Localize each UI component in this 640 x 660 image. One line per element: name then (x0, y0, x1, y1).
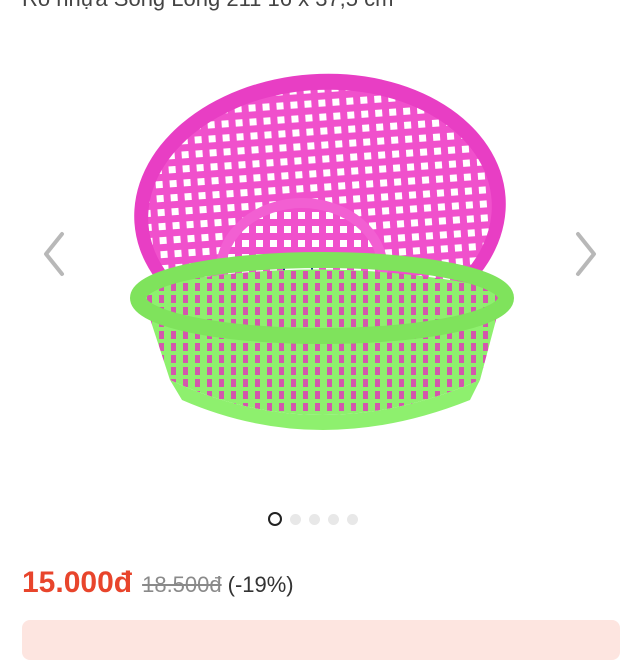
product-image (130, 73, 514, 430)
image-pager (268, 512, 358, 526)
prev-image-button[interactable] (36, 226, 72, 282)
price-row: 15.000đ 18.500đ (-19%) (22, 566, 294, 600)
promo-banner[interactable] (22, 620, 620, 660)
chevron-left-icon (44, 232, 64, 276)
pager-dot-active[interactable] (268, 512, 282, 526)
discount-badge: (-19%) (227, 572, 294, 597)
chevron-right-icon (576, 232, 596, 276)
next-image-button[interactable] (568, 226, 604, 282)
pager-dot[interactable] (347, 513, 358, 525)
pager-dot[interactable] (290, 513, 301, 525)
pager-dot[interactable] (309, 513, 320, 525)
original-price: 18.500đ (142, 572, 222, 597)
pager-dot[interactable] (328, 513, 339, 525)
product-title: Rổ nhựa Song Long 211 16 x 37,5 cm (22, 0, 393, 12)
promo-text (22, 620, 620, 632)
current-price: 15.000đ (22, 566, 133, 599)
product-image-gallery[interactable] (0, 40, 640, 500)
